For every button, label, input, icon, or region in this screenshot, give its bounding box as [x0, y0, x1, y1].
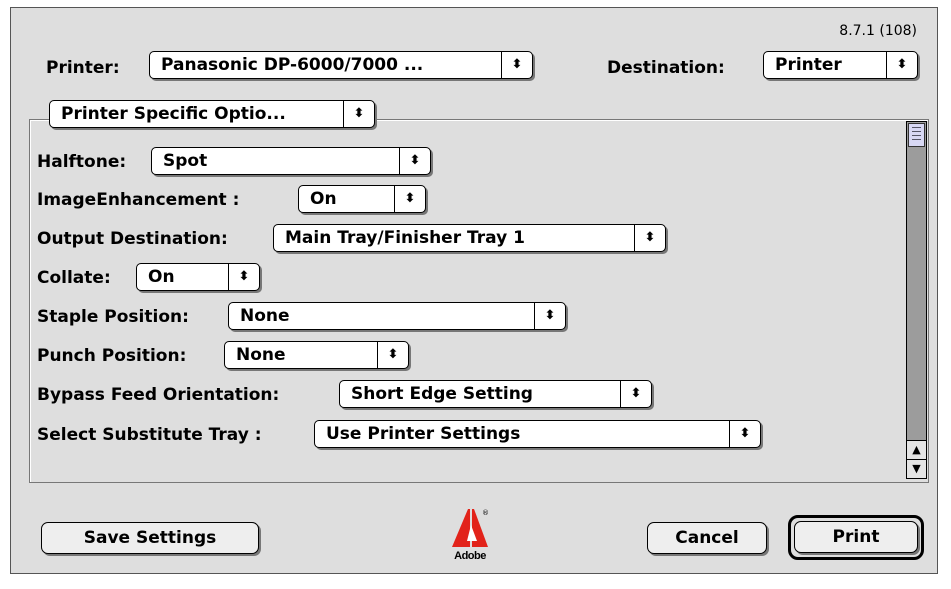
substitute-tray-value: Use Printer Settings — [326, 424, 521, 444]
popup-arrows-icon: ⬍ — [634, 225, 665, 251]
collate-popup[interactable]: On ⬍ — [136, 263, 260, 291]
scroll-up-arrow-icon[interactable]: ▲ — [907, 440, 926, 459]
output-destination-popup[interactable]: Main Tray/Finisher Tray 1 ⬍ — [273, 224, 666, 252]
adobe-wordmark: Adobe — [454, 550, 486, 562]
popup-arrows-icon: ⬍ — [886, 52, 917, 78]
popup-arrows-icon: ⬍ — [534, 303, 565, 329]
printer-label: Printer: — [46, 58, 120, 78]
bypass-feed-label: Bypass Feed Orientation: — [37, 385, 280, 405]
halftone-popup[interactable]: Spot ⬍ — [151, 147, 431, 175]
options-scrollbar[interactable]: ▲ ▼ — [906, 121, 927, 479]
destination-popup[interactable]: Printer ⬍ — [763, 51, 918, 79]
popup-arrows-icon: ⬍ — [399, 148, 430, 174]
popup-arrows-icon: ⬍ — [620, 381, 651, 407]
destination-popup-value: Printer — [775, 55, 842, 75]
cancel-button[interactable]: Cancel — [647, 522, 767, 554]
popup-arrows-icon: ⬍ — [394, 186, 425, 212]
version-label: 8.7.1 (108) — [839, 23, 917, 39]
destination-label: Destination: — [607, 58, 725, 78]
image-enhancement-value: On — [310, 189, 337, 209]
punch-position-label: Punch Position: — [37, 346, 187, 366]
popup-arrows-icon: ⬍ — [228, 264, 259, 290]
halftone-label: Halftone: — [37, 152, 127, 172]
punch-position-value: None — [236, 345, 286, 365]
adobe-logo-icon: ® — [452, 509, 489, 547]
substitute-tray-label: Select Substitute Tray : — [37, 425, 262, 445]
punch-position-popup[interactable]: None ⬍ — [224, 341, 409, 369]
output-destination-label: Output Destination: — [37, 229, 228, 249]
print-dialog: 8.7.1 (108) Printer: Panasonic DP-6000/7… — [10, 7, 938, 574]
adobe-logo: ® Adobe — [450, 507, 490, 569]
collate-label: Collate: — [37, 268, 111, 288]
panel-select-value: Printer Specific Optio... — [61, 104, 286, 124]
output-destination-value: Main Tray/Finisher Tray 1 — [285, 228, 525, 248]
registered-mark: ® — [482, 509, 489, 517]
scroll-thumb[interactable] — [908, 123, 925, 147]
popup-arrows-icon: ⬍ — [343, 101, 374, 127]
staple-position-label: Staple Position: — [37, 307, 189, 327]
bypass-feed-value: Short Edge Setting — [351, 384, 533, 404]
popup-arrows-icon: ⬍ — [501, 52, 532, 78]
halftone-value: Spot — [163, 151, 208, 171]
staple-position-popup[interactable]: None ⬍ — [228, 302, 566, 330]
image-enhancement-popup[interactable]: On ⬍ — [298, 185, 426, 213]
popup-arrows-icon: ⬍ — [377, 342, 408, 368]
staple-position-value: None — [240, 306, 290, 326]
print-button[interactable]: Print — [794, 521, 918, 553]
scroll-down-arrow-icon[interactable]: ▼ — [907, 459, 926, 478]
image-enhancement-label: ImageEnhancement : — [37, 190, 240, 210]
panel-select-popup[interactable]: Printer Specific Optio... ⬍ — [49, 100, 375, 128]
collate-value: On — [148, 267, 175, 287]
printer-popup-value: Panasonic DP-6000/7000 ... — [161, 55, 424, 75]
substitute-tray-popup[interactable]: Use Printer Settings ⬍ — [314, 420, 761, 448]
printer-popup[interactable]: Panasonic DP-6000/7000 ... ⬍ — [149, 51, 533, 79]
bypass-feed-popup[interactable]: Short Edge Setting ⬍ — [339, 380, 652, 408]
popup-arrows-icon: ⬍ — [729, 421, 760, 447]
save-settings-button[interactable]: Save Settings — [41, 522, 259, 554]
